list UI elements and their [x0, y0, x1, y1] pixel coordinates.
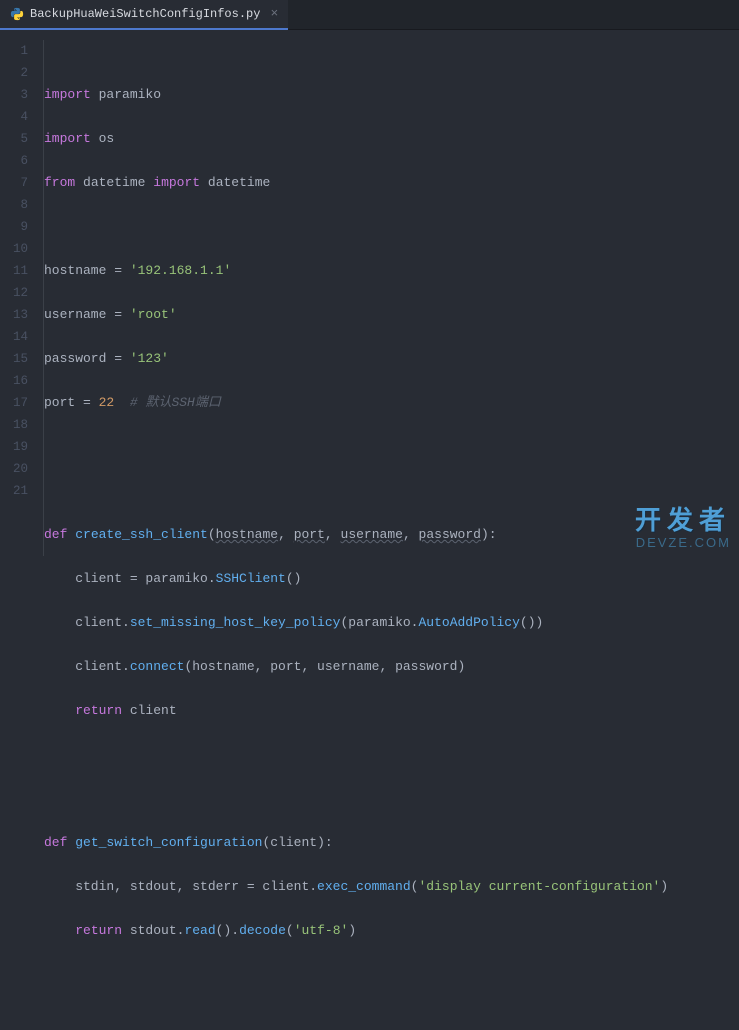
python-file-icon [10, 7, 24, 21]
code-line: return stdout.read().decode('utf-8') [44, 920, 668, 942]
line-number: 8 [0, 194, 38, 216]
code-line [44, 744, 668, 766]
tab-filename: BackupHuaWeiSwitchConfigInfos.py [30, 7, 260, 21]
code-line: def create_ssh_client(hostname, port, us… [44, 524, 668, 546]
line-number: 1 [0, 40, 38, 62]
line-number: 19 [0, 436, 38, 458]
line-number: 17 [0, 392, 38, 414]
line-number: 11 [0, 260, 38, 282]
line-number: 12 [0, 282, 38, 304]
indent-guide [43, 40, 44, 556]
code-line [44, 216, 668, 238]
line-number: 15 [0, 348, 38, 370]
code-line: password = '123' [44, 348, 668, 370]
line-number: 18 [0, 414, 38, 436]
code-line: import os [44, 128, 668, 150]
code-content[interactable]: import paramiko import os from datetime … [38, 30, 668, 556]
code-line [44, 480, 668, 502]
line-number: 21 [0, 480, 38, 502]
code-line: client.connect(hostname, port, username,… [44, 656, 668, 678]
code-line: port = 22 # 默认SSH端口 [44, 392, 668, 414]
line-number: 3 [0, 84, 38, 106]
line-number: 9 [0, 216, 38, 238]
line-number: 5 [0, 128, 38, 150]
line-gutter: 123456789101112131415161718192021 [0, 30, 38, 556]
code-line [44, 436, 668, 458]
line-number: 7 [0, 172, 38, 194]
line-number: 6 [0, 150, 38, 172]
code-line: return client [44, 700, 668, 722]
tab-active[interactable]: BackupHuaWeiSwitchConfigInfos.py × [0, 0, 288, 30]
line-number: 13 [0, 304, 38, 326]
tab-bar: BackupHuaWeiSwitchConfigInfos.py × [0, 0, 739, 30]
line-number: 4 [0, 106, 38, 128]
code-line [44, 964, 668, 986]
code-line [44, 788, 668, 810]
code-line: stdin, stdout, stderr = client.exec_comm… [44, 876, 668, 898]
code-line: client = paramiko.SSHClient() [44, 568, 668, 590]
code-line: client.set_missing_host_key_policy(param… [44, 612, 668, 634]
line-number: 10 [0, 238, 38, 260]
line-number: 14 [0, 326, 38, 348]
line-number: 2 [0, 62, 38, 84]
line-number: 16 [0, 370, 38, 392]
editor-area[interactable]: 123456789101112131415161718192021 import… [0, 30, 739, 556]
code-line: username = 'root' [44, 304, 668, 326]
code-line: hostname = '192.168.1.1' [44, 260, 668, 282]
code-line: import paramiko [44, 84, 668, 106]
code-line: def get_switch_configuration(client): [44, 832, 668, 854]
close-icon[interactable]: × [270, 6, 278, 21]
line-number: 20 [0, 458, 38, 480]
code-line: from datetime import datetime [44, 172, 668, 194]
